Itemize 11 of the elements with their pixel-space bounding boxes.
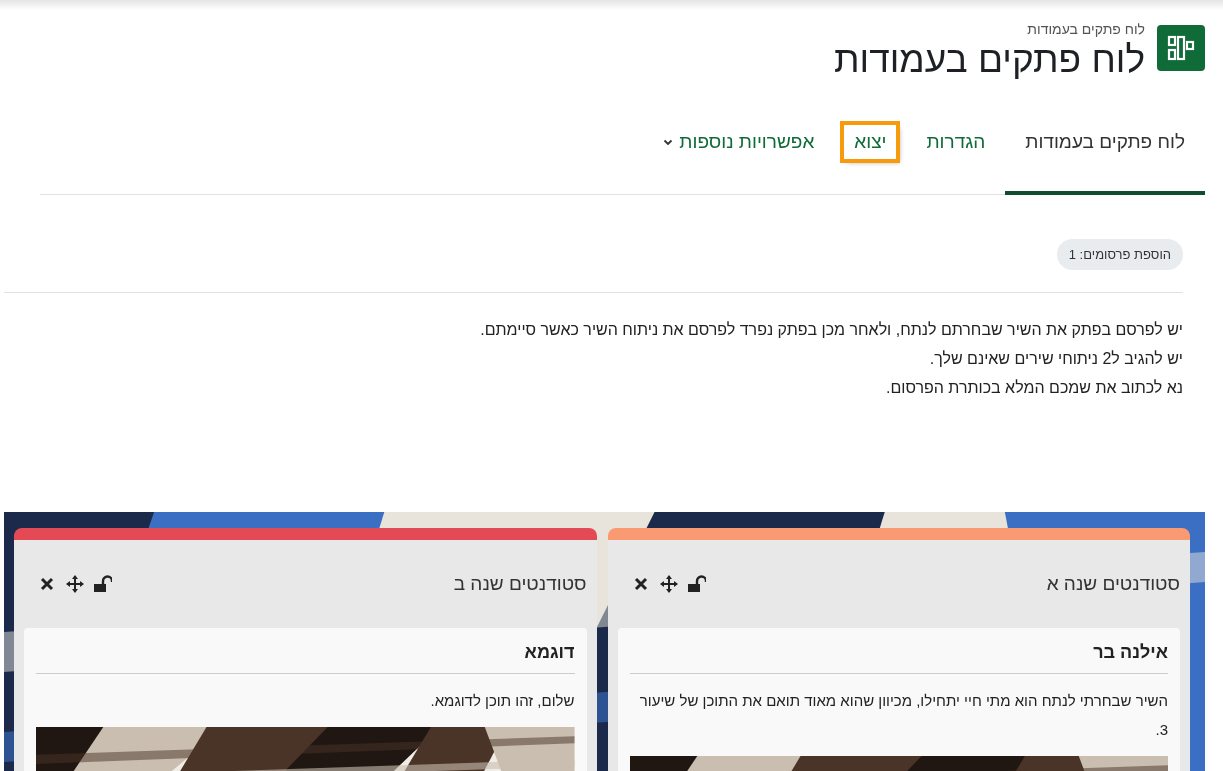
- post-count-badge: הוספת פרסומים: 1: [1056, 239, 1183, 270]
- more-menu-tab[interactable]: אפשרויות נוספות: [643, 92, 835, 195]
- nav-tab[interactable]: הגדרות: [906, 92, 1006, 195]
- app-logo-icon: [1157, 25, 1205, 71]
- instruction-text: יש לפרסם בפתק את השיר שבחרתם לנתח, ולאחר מכן בפתק נפרד לפרסם את ניתוח השיר כאשר סיימתם.: [479, 320, 1183, 340]
- nav-tab[interactable]: לוח פתקים בעמודות: [1005, 92, 1205, 195]
- breadcrumb[interactable]: לוח פתקים בעמודות: [1027, 20, 1145, 38]
- instruction-text: יש להגיב ל2 ניתוחי שירים שאינם שלך.: [928, 349, 1183, 369]
- page-title: לוח פתקים בעמודות: [834, 38, 1145, 82]
- instruction-text: נא לכתוב את שמכם המלא בכותרת הפרסום.: [884, 378, 1183, 398]
- nav-tab[interactable]: יצוא: [834, 92, 907, 195]
